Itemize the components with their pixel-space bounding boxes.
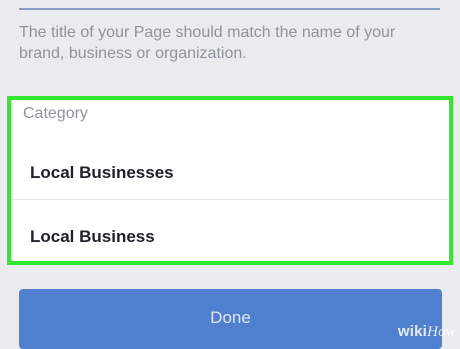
category-option-label: Local Businesses [30,163,174,182]
page-name-input-underline[interactable] [19,8,440,10]
category-option-local-business[interactable]: Local Business [11,210,449,264]
watermark-how: How [427,324,456,340]
category-option-label: Local Business [30,227,155,246]
create-page-screen: The title of your Page should match the … [0,0,460,349]
category-dropdown: Category Local Businesses Local Business [7,96,453,265]
watermark-wiki: wiki [397,323,428,340]
wikihow-watermark-logo: wikiHow [398,323,456,341]
done-button-label: Done [210,308,251,327]
page-name-helper-text: The title of your Page should match the … [19,24,396,62]
category-option-local-businesses[interactable]: Local Businesses [11,146,449,200]
done-button[interactable]: Done [19,289,442,349]
category-label: Category [23,105,88,122]
